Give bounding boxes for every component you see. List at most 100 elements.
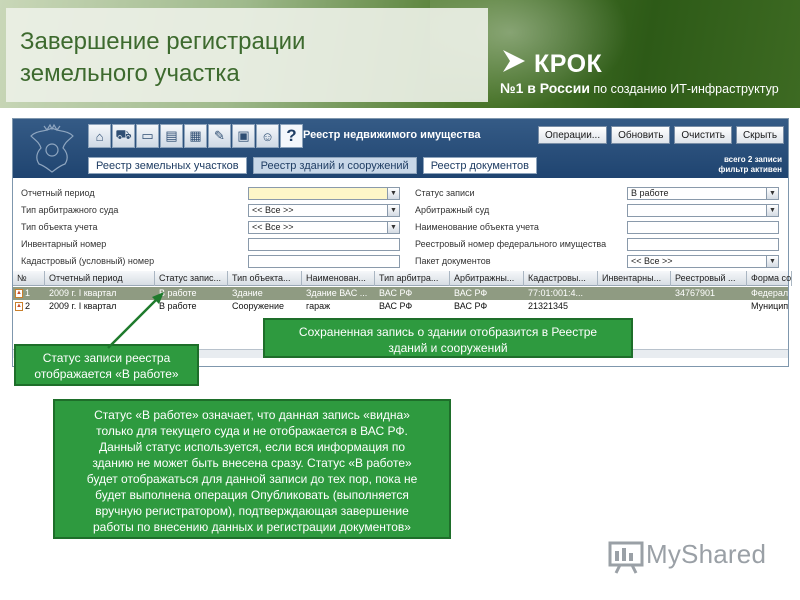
filter-label-left-2: Тип арбитражного суда — [21, 205, 119, 215]
slide-title-line2: земельного участка — [20, 60, 240, 87]
filter-label-left-1: Отчетный период — [21, 188, 95, 198]
user-icon[interactable]: ☺ — [256, 124, 279, 148]
status-explanation-callout: Статус «В работе» означает, что данная з… — [53, 399, 451, 539]
table-cell — [598, 300, 671, 313]
saved-record-callout: Сохраненная запись о здании отобразится … — [263, 318, 633, 358]
filter-field-right-1[interactable]: В работе ▼ — [627, 187, 779, 200]
computer-icon[interactable]: ▭ — [136, 124, 159, 148]
explain-line-7: вручную регистратором), подтверждающая з… — [95, 504, 409, 518]
filter-field-left-3[interactable]: << Все >> ▼ — [248, 221, 400, 234]
filter-field-right-3[interactable] — [627, 221, 779, 234]
filter-value-left-2: << Все >> — [252, 205, 294, 215]
table-cell: Здание — [232, 288, 263, 298]
grid-column-header[interactable]: Тип арбитра... — [375, 271, 450, 286]
filter-field-left-2[interactable]: << Все >> ▼ — [248, 204, 400, 217]
filter-field-left-5[interactable] — [248, 255, 400, 268]
brand-slogan-rest: по созданию ИТ-инфраструктур — [589, 82, 779, 96]
table-cell: ВАС РФ — [454, 288, 488, 298]
status-callout-line2: отображается «В работе» — [34, 367, 179, 381]
grid-column-header[interactable]: Инвентарны... — [598, 271, 671, 286]
filter-label-right-2: Арбитражный суд — [415, 205, 490, 215]
table-cell: В работе — [159, 288, 197, 298]
dropdown-arrow-icon[interactable]: ▼ — [387, 222, 399, 233]
grid-column-header[interactable]: Статус запис... — [155, 271, 228, 286]
table-cell: Сооружение — [232, 301, 285, 311]
coat-of-arms-icon — [30, 123, 74, 173]
filter-label-right-4: Реестровый номер федерального имущества — [415, 239, 607, 249]
explain-line-5: будет отображаться для данной записи до … — [86, 472, 418, 486]
krok-logo-icon — [503, 50, 525, 72]
filter-value-right-1: В работе — [631, 188, 669, 198]
table-cell: ВАС РФ — [379, 301, 413, 311]
explain-line-2: только для текущего суда и не отображает… — [96, 424, 408, 438]
tab-land-registry[interactable]: Реестр земельных участков — [88, 157, 247, 174]
tab-documents-registry[interactable]: Реестр документов — [422, 157, 537, 174]
table-cell — [598, 287, 671, 300]
filter-field-right-5[interactable]: << Все >> ▼ — [627, 255, 779, 268]
myshared-logo-icon — [608, 541, 644, 574]
table-cell: 2 — [25, 301, 31, 311]
slide-title: Завершение регистрации земельного участк… — [20, 26, 480, 90]
table-cell: 77:01:001:4... — [528, 288, 584, 298]
explain-line-8: работы по внесению данных и регистрации … — [93, 520, 411, 534]
table-row[interactable]: ▲ 2 2009 г. I квартал В работе Сооружение гар… — [13, 300, 788, 313]
dropdown-arrow-icon[interactable]: ▼ — [387, 188, 399, 199]
filter-label-left-4: Инвентарный номер — [21, 239, 107, 249]
tab-buildings-registry[interactable]: Реестр зданий и сооружений — [252, 157, 417, 174]
dropdown-arrow-icon[interactable]: ▼ — [766, 188, 778, 199]
table-cell: 34767901 — [675, 288, 716, 298]
grid-column-header[interactable]: Форма со — [747, 271, 792, 286]
status-callout: Статус записи реестра отображается «В ра… — [14, 344, 199, 386]
grid-column-header[interactable]: № — [13, 271, 45, 286]
hide-button[interactable]: Скрыть — [735, 126, 785, 144]
saved-callout-line1: Сохраненная запись о здании отобразится … — [298, 325, 598, 339]
grid-column-header[interactable]: Наименован... — [302, 271, 375, 286]
grid-column-header[interactable]: Тип объекта... — [228, 271, 302, 286]
reports-icon[interactable]: ▤ — [160, 124, 183, 148]
grid-column-header[interactable]: Арбитражны... — [450, 271, 524, 286]
brand-slogan-rank: №1 в России — [500, 80, 590, 96]
filter-label-left-3: Тип объекта учета — [21, 222, 98, 232]
help-icon[interactable]: ? — [280, 124, 303, 148]
table-cell: гараж — [306, 301, 331, 311]
records-info: всего 2 записи фильтр активен — [718, 155, 782, 175]
filter-label-left-5: Кадастровый (условный) номер — [21, 256, 155, 266]
dropdown-arrow-icon[interactable]: ▼ — [766, 205, 778, 216]
slide-title-line1: Завершение регистрации — [20, 28, 306, 55]
table-cell: 1 — [25, 288, 31, 298]
filter-field-right-4[interactable] — [627, 238, 779, 251]
filter-label-right-1: Статус записи — [415, 188, 475, 198]
table-cell: Здание ВАС ... — [306, 288, 368, 298]
filter-label-right-3: Наименование объекта учета — [415, 222, 539, 232]
grid-header: № Отчетный период Статус запис... Тип объек… — [13, 271, 792, 286]
clear-button[interactable]: Очистить — [674, 126, 732, 144]
table-cell: Муницип — [751, 301, 789, 311]
operations-button[interactable]: Операции... — [538, 126, 608, 144]
filter-form: Отчетный период ▼ Тип арбитражного суда << … — [13, 178, 788, 270]
filter-field-left-4[interactable] — [248, 238, 400, 251]
refresh-button[interactable]: Обновить — [611, 126, 671, 144]
document-icon[interactable]: ▦ — [184, 124, 207, 148]
watermark-text: MyShared — [646, 539, 767, 569]
dropdown-arrow-icon[interactable]: ▼ — [387, 205, 399, 216]
archive-icon[interactable]: ▣ — [232, 124, 255, 148]
top-buttons: Операции... Обновить Очистить Скрыть — [538, 126, 785, 144]
transport-icon[interactable]: ⛟ — [112, 124, 135, 148]
table-cell: ВАС РФ — [454, 301, 488, 311]
table-cell: Федерал — [751, 288, 789, 298]
slide: Завершение регистрации земельного участк… — [0, 0, 800, 600]
filter-field-left-1[interactable]: ▼ — [248, 187, 400, 200]
table-row[interactable]: ▲ 1 2009 г. I квартал В работе Здание Здание … — [13, 287, 788, 300]
edit-document-icon[interactable]: ✎ — [208, 124, 231, 148]
table-cell: В работе — [159, 301, 197, 311]
header-banner: Завершение регистрации земельного участк… — [0, 0, 800, 108]
dropdown-arrow-icon[interactable]: ▼ — [766, 256, 778, 267]
grid-column-header[interactable]: Кадастровы... — [524, 271, 598, 286]
grid-column-header[interactable]: Отчетный период — [45, 271, 155, 286]
grid-column-header[interactable]: Реестровый ... — [671, 271, 747, 286]
filter-field-right-2[interactable]: ▼ — [627, 204, 779, 217]
filter-value-left-3: << Все >> — [252, 222, 294, 232]
registry-home-icon[interactable]: ⌂ — [88, 124, 111, 148]
filter-value-right-5: << Все >> — [631, 256, 673, 266]
table-cell: ВАС РФ — [379, 288, 413, 298]
